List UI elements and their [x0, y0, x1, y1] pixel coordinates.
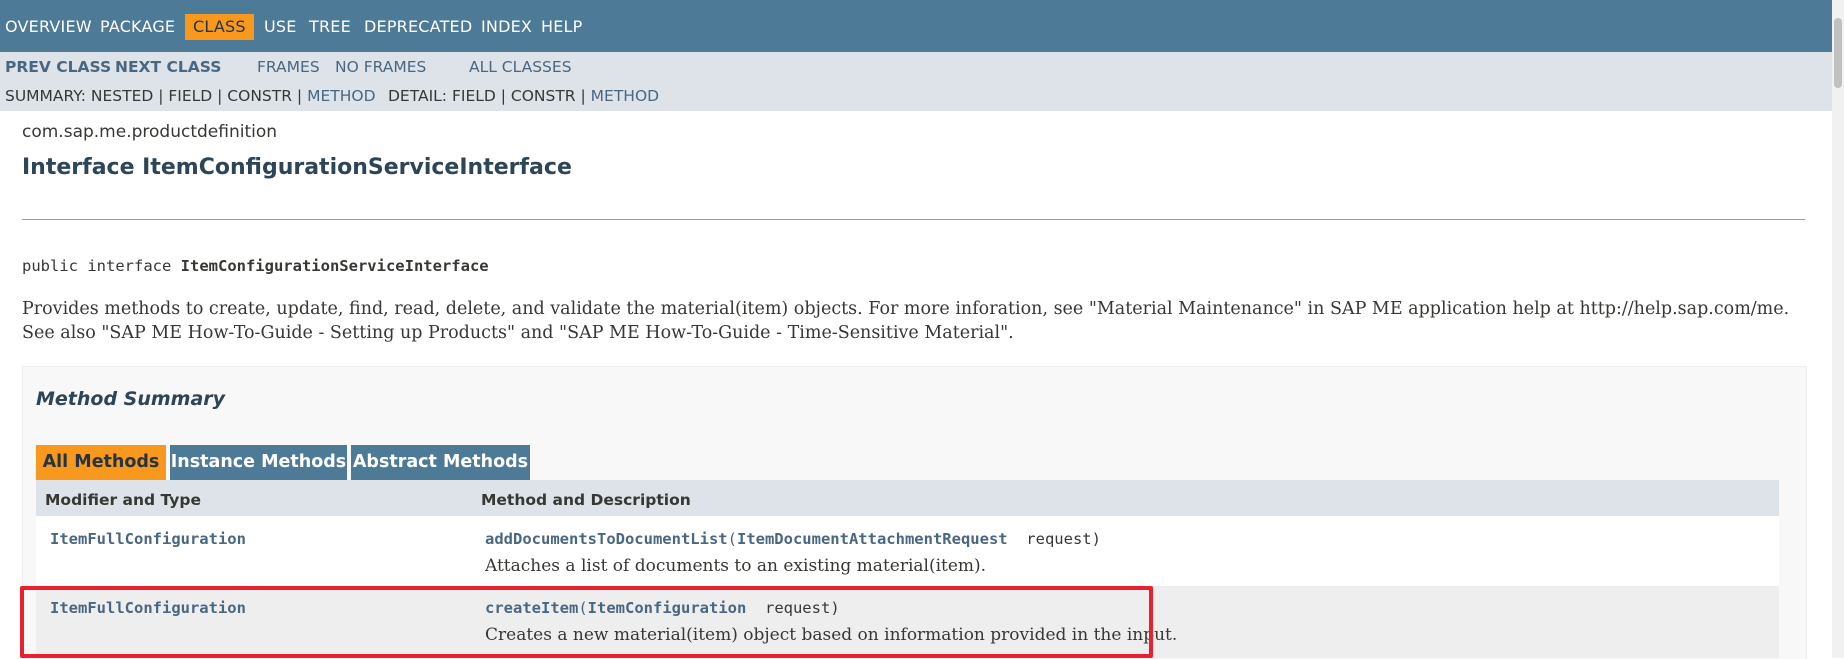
nav-use[interactable]: USE	[264, 14, 297, 40]
tab-abstract-methods[interactable]: Abstract Methods	[351, 445, 530, 480]
all-classes-link[interactable]: ALL CLASSES	[469, 58, 572, 76]
prev-class-link[interactable]: PREV CLASS	[5, 58, 111, 76]
signature-name: ItemConfigurationServiceInterface	[180, 257, 489, 275]
method-summary-title: Method Summary	[36, 388, 226, 410]
summary-prefix: SUMMARY: NESTED | FIELD | CONSTR |	[5, 87, 303, 105]
row1-method-signature: addDocumentsToDocumentList(ItemDocumentA…	[485, 530, 1101, 548]
nav-overview[interactable]: OVERVIEW	[5, 14, 92, 40]
row1-description: Attaches a list of documents to an exist…	[485, 556, 987, 576]
sub-navbar: PREV CLASS NEXT CLASS FRAMES NO FRAMES A…	[0, 52, 1832, 111]
page-title: Interface ItemConfigurationServiceInterf…	[22, 155, 572, 180]
scrollbar-thumb[interactable]	[1834, 18, 1842, 88]
summary-nav: SUMMARY: NESTED | FIELD | CONSTR | METHO…	[5, 87, 376, 105]
column-modifier-type: Modifier and Type	[45, 491, 201, 509]
row1-param-type-link[interactable]: ItemDocumentAttachmentRequest	[737, 530, 1008, 548]
nav-help[interactable]: HELP	[541, 14, 583, 40]
summary-method-link[interactable]: METHOD	[307, 87, 375, 105]
top-navbar: OVERVIEW PACKAGE CLASS USE TREE DEPRECAT…	[0, 0, 1832, 52]
row1-return-type-link[interactable]: ItemFullConfiguration	[50, 530, 246, 548]
frames-link[interactable]: FRAMES	[257, 58, 320, 76]
vertical-scrollbar[interactable]	[1832, 0, 1844, 658]
signature-prefix: public interface	[22, 257, 172, 275]
column-method-description: Method and Description	[481, 491, 691, 509]
nav-index[interactable]: INDEX	[481, 14, 532, 40]
package-name: com.sap.me.productdefinition	[22, 122, 278, 142]
row1-method-link[interactable]: addDocumentsToDocumentList	[485, 530, 728, 548]
tab-instance-methods[interactable]: Instance Methods	[170, 445, 347, 480]
tab-all-methods[interactable]: All Methods	[36, 445, 166, 480]
nav-tree[interactable]: TREE	[309, 14, 351, 40]
interface-signature: public interface ItemConfigurationServic…	[22, 257, 489, 275]
next-class-link[interactable]: NEXT CLASS	[115, 58, 221, 76]
nav-class-active: CLASS	[185, 14, 254, 40]
detail-prefix: DETAIL: FIELD | CONSTR |	[388, 87, 586, 105]
detail-nav: DETAIL: FIELD | CONSTR | METHOD	[388, 87, 659, 105]
nav-deprecated[interactable]: DEPRECATED	[364, 14, 472, 40]
divider	[22, 219, 1805, 220]
highlight-box	[20, 586, 1153, 658]
interface-description: Provides methods to create, update, find…	[22, 299, 1790, 343]
nav-package[interactable]: PACKAGE	[100, 14, 175, 40]
row1-param-name: request	[1026, 530, 1092, 548]
detail-method-link[interactable]: METHOD	[591, 87, 659, 105]
table-header	[36, 480, 1779, 516]
no-frames-link[interactable]: NO FRAMES	[335, 58, 426, 76]
